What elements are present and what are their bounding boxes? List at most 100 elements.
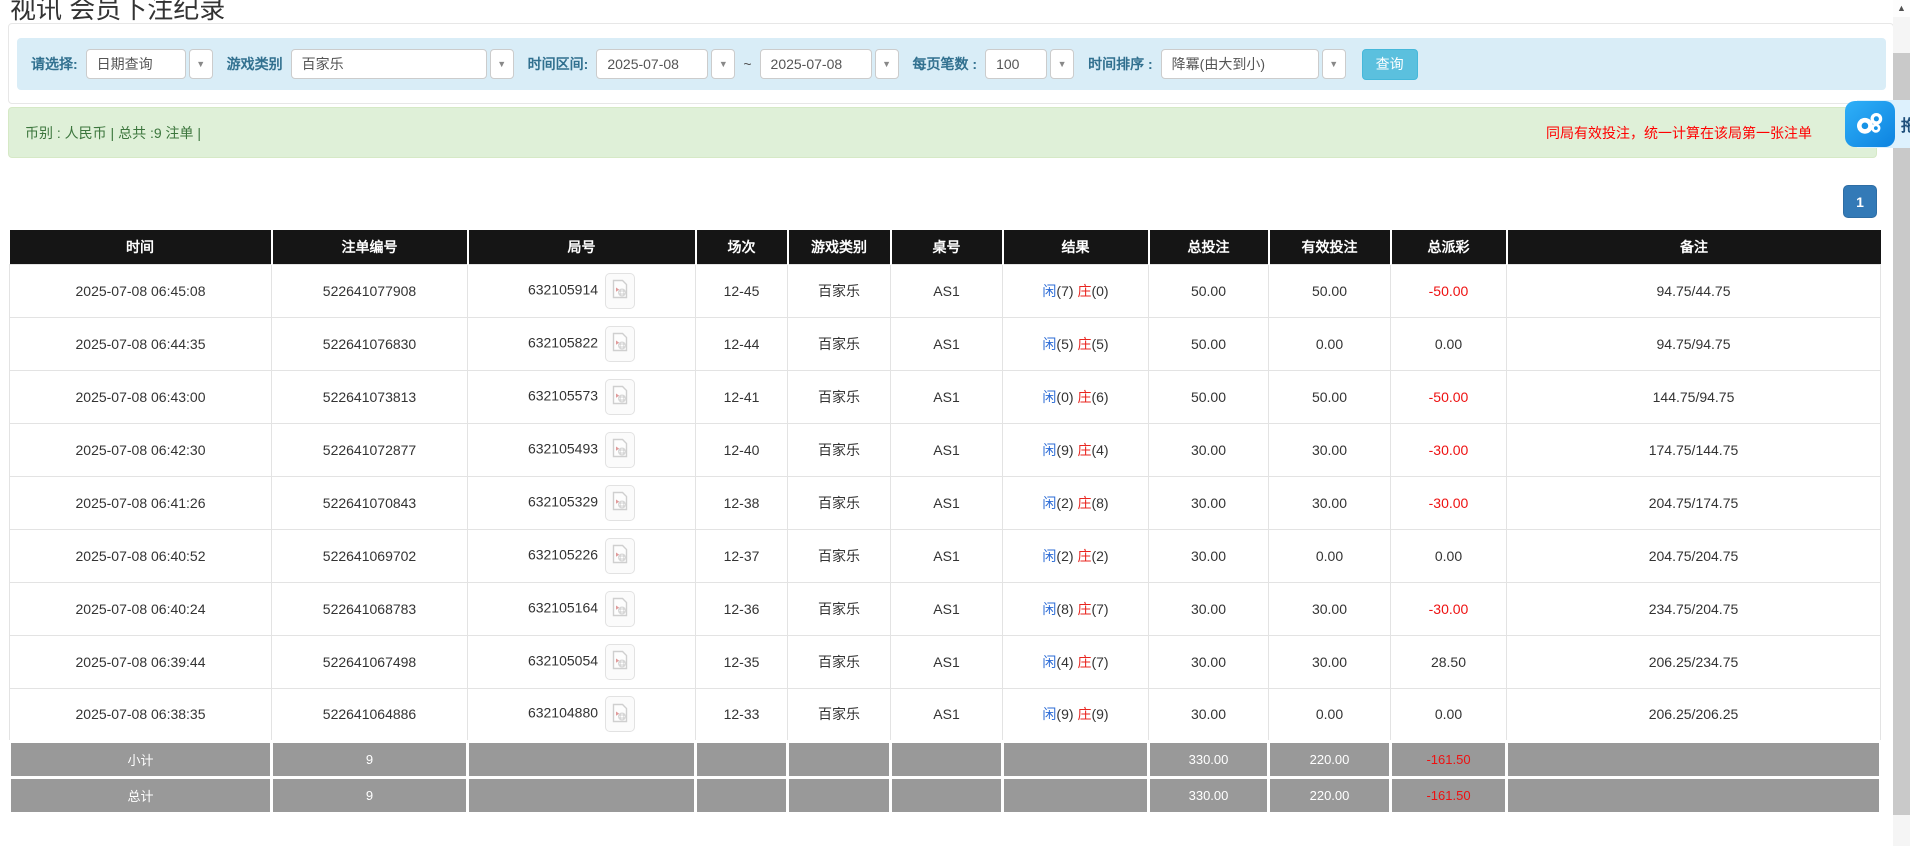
cell-remark: 204.75/204.75 bbox=[1506, 528, 1881, 583]
video-replay-button[interactable] bbox=[605, 590, 636, 627]
cell-payout: -30.00 bbox=[1390, 581, 1507, 636]
date-to-select[interactable]: 2025-07-08 ▼ bbox=[759, 49, 899, 79]
video-replay-button[interactable] bbox=[605, 484, 636, 521]
video-replay-button[interactable] bbox=[605, 696, 636, 732]
cell-total-bet[interactable]: 50.00 bbox=[1148, 369, 1269, 424]
filter-panel: 请选择: 日期查询 ▼ 游戏类别 百家乐 ▼ 时间区间: 2025-07-08 … bbox=[8, 23, 1894, 104]
cell-payout: 0.00 bbox=[1390, 528, 1507, 583]
table-row: 2025-07-08 06:43:00 522641073813 632105573… bbox=[9, 369, 1881, 424]
scrollbar-up-arrow-icon[interactable]: ▲ bbox=[1893, 0, 1910, 17]
cell-time: 2025-07-08 06:40:24 bbox=[9, 581, 272, 636]
cell-valid-bet: 0.00 bbox=[1268, 687, 1391, 742]
round-number: 632105329 bbox=[527, 493, 599, 510]
cell-game-type: 百家乐 bbox=[787, 422, 891, 477]
cell-result: 闲(9) 庄(9) bbox=[1002, 687, 1149, 742]
video-replay-button[interactable] bbox=[605, 325, 636, 362]
cell-round: 632105493 bbox=[467, 422, 696, 477]
banker-result: 庄 bbox=[1077, 547, 1092, 564]
cell-total-bet[interactable]: 30.00 bbox=[1148, 475, 1269, 530]
video-replay-button[interactable] bbox=[605, 272, 636, 309]
chevron-down-icon: ▼ bbox=[1321, 49, 1346, 79]
query-type-select[interactable]: 日期查询 ▼ bbox=[85, 49, 213, 79]
netdisk-save-button[interactable] bbox=[1845, 101, 1895, 147]
video-replay-button[interactable] bbox=[605, 643, 636, 680]
cell-result: 闲(9) 庄(4) bbox=[1002, 422, 1149, 477]
netdisk-cloud-icon bbox=[1854, 108, 1886, 141]
select-type-label: 请选择: bbox=[31, 56, 78, 72]
cell-bet-id: 522641068783 bbox=[271, 581, 468, 636]
cell-total-bet[interactable]: 30.00 bbox=[1148, 581, 1269, 636]
cell-game-type: 百家乐 bbox=[787, 263, 891, 318]
cell-session: 12-33 bbox=[695, 687, 788, 742]
cell-round: 632105329 bbox=[467, 475, 696, 530]
cell-bet-id: 522641077908 bbox=[271, 263, 468, 318]
cell-remark: 94.75/94.75 bbox=[1506, 316, 1881, 371]
cell-time: 2025-07-08 06:39:44 bbox=[9, 634, 272, 689]
cell-session: 12-45 bbox=[695, 263, 788, 318]
page-size-value: 100 bbox=[985, 49, 1048, 79]
col-bet-id: 注单编号 bbox=[271, 230, 469, 264]
sort-select[interactable]: 降冪(由大到小) ▼ bbox=[1160, 49, 1346, 79]
round-number: 632104880 bbox=[527, 704, 599, 721]
table-summary-row: 小计 9 330.00 220.00 -161.50 bbox=[8, 739, 1882, 779]
pagination-page-1[interactable]: 1 bbox=[1843, 185, 1877, 218]
cell-remark: 234.75/204.75 bbox=[1506, 581, 1881, 636]
banker-result: 庄 bbox=[1077, 282, 1092, 299]
video-replay-button[interactable] bbox=[605, 431, 636, 468]
player-result: 闲 bbox=[1042, 335, 1057, 352]
cell-total-bet[interactable]: 30.00 bbox=[1148, 634, 1269, 689]
game-type-select[interactable]: 百家乐 ▼ bbox=[290, 49, 514, 79]
video-file-icon bbox=[612, 438, 628, 461]
round-number: 632105226 bbox=[527, 546, 599, 563]
tilde-separator: ~ bbox=[743, 56, 752, 72]
round-number: 632105054 bbox=[527, 652, 599, 669]
cell-bet-id: 522641067498 bbox=[271, 634, 468, 689]
player-result: 闲 bbox=[1042, 494, 1057, 511]
date-from-select[interactable]: 2025-07-08 ▼ bbox=[596, 49, 736, 79]
player-result: 闲 bbox=[1042, 547, 1057, 564]
cell-payout: -30.00 bbox=[1390, 422, 1507, 477]
valid-bet-note: 同局有效投注，统一计算在该局第一张注单 bbox=[1546, 124, 1812, 141]
video-file-icon bbox=[612, 650, 628, 673]
cell-total-bet[interactable]: 50.00 bbox=[1148, 316, 1269, 371]
cell-total-bet[interactable]: 30.00 bbox=[1148, 528, 1269, 583]
footer-valid-bet: 220.00 bbox=[1267, 775, 1392, 815]
cell-total-bet[interactable]: 50.00 bbox=[1148, 263, 1269, 318]
table-row: 2025-07-08 06:41:26 522641070843 632105329… bbox=[9, 475, 1881, 530]
banker-result: 庄 bbox=[1077, 494, 1092, 511]
footer-empty bbox=[1505, 775, 1882, 815]
video-file-icon bbox=[612, 491, 628, 514]
footer-empty bbox=[466, 775, 697, 815]
video-replay-button[interactable] bbox=[605, 378, 636, 415]
table-summary-row: 总计 9 330.00 220.00 -161.50 bbox=[8, 775, 1882, 815]
scrollbar-thumb[interactable] bbox=[1893, 53, 1910, 815]
cell-bet-id: 522641072877 bbox=[271, 422, 468, 477]
round-number: 632105573 bbox=[527, 387, 599, 404]
cell-valid-bet: 0.00 bbox=[1268, 316, 1391, 371]
col-game-type: 游戏类别 bbox=[787, 230, 892, 264]
search-button[interactable]: 查询 bbox=[1361, 48, 1418, 80]
table-row: 2025-07-08 06:44:35 522641076830 632105822… bbox=[9, 316, 1881, 371]
date-from-value: 2025-07-08 bbox=[596, 49, 709, 79]
video-file-icon bbox=[612, 703, 628, 726]
footer-label: 总计 bbox=[8, 775, 273, 815]
chevron-down-icon: ▼ bbox=[1050, 49, 1075, 79]
page-size-select[interactable]: 100 ▼ bbox=[985, 49, 1075, 79]
info-bar: 币别 : 人民币 | 总共 :9 注单 | 同局有效投注，统一计算在该局第一张注… bbox=[8, 107, 1877, 158]
cell-table-no: AS1 bbox=[890, 316, 1003, 371]
cell-round: 632105573 bbox=[467, 369, 696, 424]
round-number: 632105914 bbox=[527, 281, 599, 298]
cell-result: 闲(2) 庄(8) bbox=[1002, 475, 1149, 530]
col-valid-bet: 有效投注 bbox=[1268, 230, 1392, 264]
footer-empty bbox=[786, 775, 892, 815]
cell-total-bet[interactable]: 30.00 bbox=[1148, 422, 1269, 477]
cell-valid-bet: 50.00 bbox=[1268, 263, 1391, 318]
col-round: 局号 bbox=[467, 230, 697, 264]
footer-empty bbox=[694, 775, 789, 815]
footer-payout: -161.50 bbox=[1389, 739, 1508, 779]
video-replay-button[interactable] bbox=[605, 537, 636, 574]
cell-result: 闲(0) 庄(6) bbox=[1002, 369, 1149, 424]
cell-bet-id: 522641069702 bbox=[271, 528, 468, 583]
cell-payout: -50.00 bbox=[1390, 369, 1507, 424]
cell-total-bet[interactable]: 30.00 bbox=[1148, 687, 1269, 742]
